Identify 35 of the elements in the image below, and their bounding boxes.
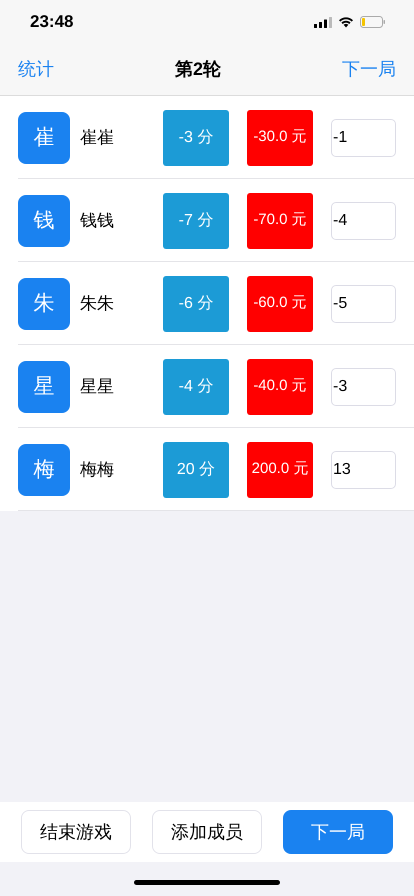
amount-badge: -30.0 元 xyxy=(247,110,313,166)
next-round-button[interactable]: 下一局 xyxy=(283,810,393,854)
player-name: 崔崔 xyxy=(80,126,115,149)
action-button[interactable]: 添加成员 xyxy=(152,810,262,854)
player-name: 星星 xyxy=(80,376,115,398)
nav-title: 第2轮 xyxy=(174,58,221,81)
score-input[interactable]: -3 xyxy=(331,368,396,406)
avatar: 朱 xyxy=(18,278,70,330)
status-time: 23:48 xyxy=(30,11,74,34)
score-badge: -6 分 xyxy=(163,276,229,332)
score-badge: -4 分 xyxy=(163,358,229,414)
amount-badge: -70.0 元 xyxy=(247,192,313,248)
score-input[interactable]: -1 xyxy=(331,118,396,156)
avatar: 崔 xyxy=(18,112,70,164)
score-input[interactable]: -4 xyxy=(331,202,396,240)
wifi-icon xyxy=(338,16,354,28)
player-name: 梅梅 xyxy=(80,458,115,481)
battery-icon xyxy=(360,16,386,28)
stats-link[interactable]: 统计 xyxy=(18,56,54,83)
amount-badge: 200.0 元 xyxy=(247,442,313,498)
score-badge: -3 分 xyxy=(163,110,229,166)
score-badge: -7 分 xyxy=(163,192,229,248)
player-name: 朱朱 xyxy=(80,292,115,315)
amount-badge: -40.0 元 xyxy=(247,358,313,414)
score-input[interactable]: -5 xyxy=(331,284,396,322)
amount-badge: -60.0 元 xyxy=(247,276,313,332)
score-badge: 20 分 xyxy=(163,442,229,498)
score-input[interactable]: 13 xyxy=(331,450,396,488)
signal-icon xyxy=(314,16,332,28)
avatar: 钱 xyxy=(18,194,70,246)
next-round-link[interactable]: 下一局 xyxy=(342,56,396,83)
player-name: 钱钱 xyxy=(80,210,115,232)
action-button[interactable]: 结束游戏 xyxy=(21,810,131,854)
avatar: 梅 xyxy=(18,444,70,496)
avatar: 星 xyxy=(18,360,70,412)
